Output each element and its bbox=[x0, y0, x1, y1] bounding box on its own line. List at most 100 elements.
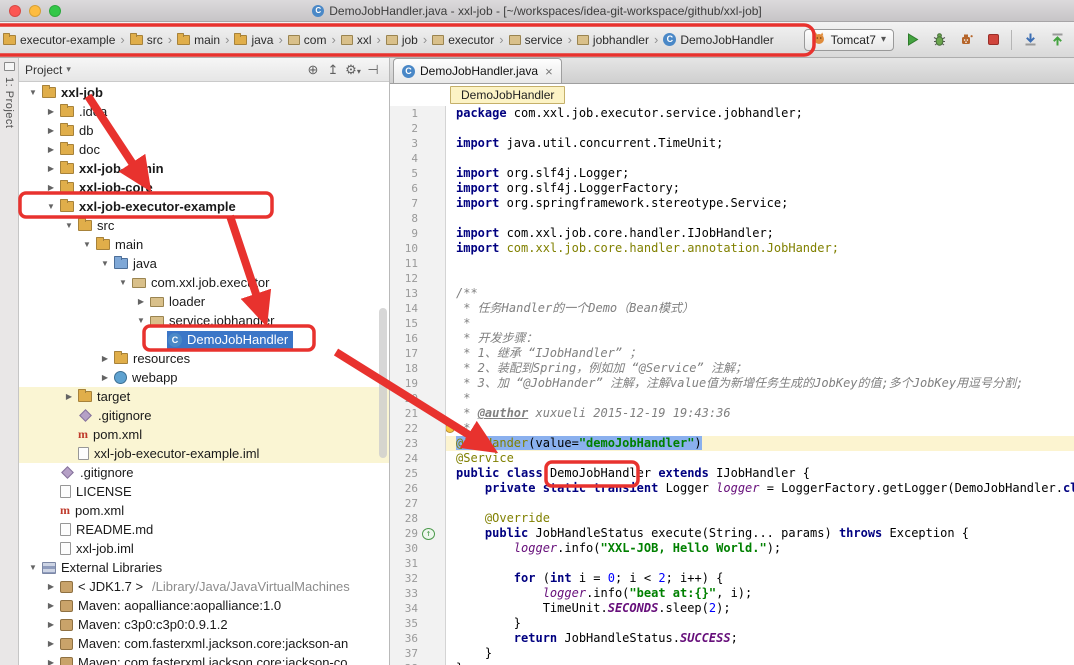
chevron-down-icon[interactable]: ▾ bbox=[66, 64, 71, 75]
code-line-28[interactable]: 28 @Override bbox=[390, 511, 1074, 526]
tree-item-xxl-job.iml[interactable]: xxl-job.iml bbox=[19, 539, 389, 558]
code-editor[interactable]: 1package com.xxl.job.executor.service.jo… bbox=[390, 106, 1074, 665]
expand-arrow-icon[interactable]: ▶ bbox=[43, 107, 59, 116]
line-number[interactable]: 20 bbox=[390, 391, 418, 406]
locate-icon[interactable]: ⊕ bbox=[303, 62, 323, 78]
tool-window-icon[interactable] bbox=[4, 62, 15, 71]
code-line-text[interactable]: TimeUnit.SECONDS.sleep(2); bbox=[446, 601, 1074, 616]
code-line-text[interactable]: public class DemoJobHandler extends IJob… bbox=[446, 466, 1074, 481]
code-line-35[interactable]: 35 } bbox=[390, 616, 1074, 631]
expand-arrow-icon[interactable]: ▶ bbox=[61, 392, 77, 401]
tree-item-xxl-job-executor-example.iml[interactable]: xxl-job-executor-example.iml bbox=[19, 444, 389, 463]
code-line-37[interactable]: 37 } bbox=[390, 646, 1074, 661]
code-line-7[interactable]: 7import org.springframework.stereotype.S… bbox=[390, 196, 1074, 211]
code-line-34[interactable]: 34 TimeUnit.SECONDS.sleep(2); bbox=[390, 601, 1074, 616]
code-line-27[interactable]: 27 bbox=[390, 496, 1074, 511]
breadcrumb-item-DemoJobHandler[interactable]: CDemoJobHandler bbox=[662, 31, 774, 49]
gutter[interactable]: 8 bbox=[390, 211, 446, 226]
breadcrumb-item-java[interactable]: java bbox=[233, 31, 274, 49]
code-line-text[interactable]: logger.info("beat at:{}", i); bbox=[446, 586, 1074, 601]
line-number[interactable]: 27 bbox=[390, 496, 418, 511]
line-number[interactable]: 26 bbox=[390, 481, 418, 496]
code-line-text[interactable]: logger.info("XXL-JOB, Hello World."); bbox=[446, 541, 1074, 556]
code-line-text[interactable]: import org.slf4j.Logger; bbox=[446, 166, 1074, 181]
gutter[interactable]: 29↑ bbox=[390, 526, 446, 541]
line-number[interactable]: 12 bbox=[390, 271, 418, 286]
code-line-23[interactable]: 23@JobHander(value="demoJobHandler") bbox=[390, 436, 1074, 451]
collapse-arrow-icon[interactable]: ▼ bbox=[43, 202, 59, 211]
tree-item-resources[interactable]: ▶resources bbox=[19, 349, 389, 368]
line-number[interactable]: 38 bbox=[390, 661, 418, 665]
code-line-29[interactable]: 29↑ public JobHandleStatus execute(Strin… bbox=[390, 526, 1074, 541]
tree-item-doc[interactable]: ▶doc bbox=[19, 140, 389, 159]
line-number[interactable]: 34 bbox=[390, 601, 418, 616]
expand-arrow-icon[interactable]: ▶ bbox=[43, 620, 59, 629]
tree-item-pom.xml[interactable]: mpom.xml bbox=[19, 425, 389, 444]
line-number[interactable]: 1 bbox=[390, 106, 418, 121]
line-number[interactable]: 5 bbox=[390, 166, 418, 181]
tree-item-External Libraries[interactable]: ▼External Libraries bbox=[19, 558, 389, 577]
code-line-text[interactable]: import com.xxl.job.core.handler.annotati… bbox=[446, 241, 1074, 256]
code-line-text[interactable]: } bbox=[446, 616, 1074, 631]
breadcrumb-item-executor-example[interactable]: executor-example bbox=[2, 31, 116, 49]
tree-item-java[interactable]: ▼java bbox=[19, 254, 389, 273]
tree-item-pom.xml[interactable]: mpom.xml bbox=[19, 501, 389, 520]
tree-item-Maven: aopalliance:aopalliance:1.0[interactable]: ▶Maven: aopalliance:aopalliance:1.0 bbox=[19, 596, 389, 615]
line-number[interactable]: 18 bbox=[390, 361, 418, 376]
code-line-38[interactable]: 38} bbox=[390, 661, 1074, 665]
line-number[interactable]: 14 bbox=[390, 301, 418, 316]
expand-arrow-icon[interactable]: ▶ bbox=[43, 145, 59, 154]
code-line-text[interactable]: * 1、继承 “IJobHandler” ； bbox=[446, 346, 1074, 361]
breadcrumb-item-com[interactable]: com bbox=[287, 31, 328, 49]
breadcrumb-item-src[interactable]: src bbox=[129, 31, 164, 49]
gutter[interactable]: 14 bbox=[390, 301, 446, 316]
tree-item-LICENSE[interactable]: LICENSE bbox=[19, 482, 389, 501]
code-line-text[interactable]: * 任务Handler的一个Demo（Bean模式） bbox=[446, 301, 1074, 316]
tree-item-Maven: c3p0:c3p0:0.9.1.2[interactable]: ▶Maven: c3p0:c3p0:0.9.1.2 bbox=[19, 615, 389, 634]
code-line-text[interactable]: * 开发步骤： bbox=[446, 331, 1074, 346]
code-line-text[interactable]: return JobHandleStatus.SUCCESS; bbox=[446, 631, 1074, 646]
vcs-update-button[interactable] bbox=[1021, 31, 1039, 49]
line-number[interactable]: 30 bbox=[390, 541, 418, 556]
code-line-text[interactable] bbox=[446, 211, 1074, 226]
code-line-15[interactable]: 15 * bbox=[390, 316, 1074, 331]
gutter[interactable]: 5 bbox=[390, 166, 446, 181]
breadcrumb-item-jobhandler[interactable]: jobhandler bbox=[576, 31, 650, 49]
line-number[interactable]: 3 bbox=[390, 136, 418, 151]
code-line-text[interactable]: /** bbox=[446, 286, 1074, 301]
code-line-text[interactable]: private static transient Logger logger =… bbox=[446, 481, 1074, 496]
expand-arrow-icon[interactable]: ▶ bbox=[43, 183, 59, 192]
gutter[interactable]: 37 bbox=[390, 646, 446, 661]
close-window-button[interactable] bbox=[9, 5, 21, 17]
gutter[interactable]: 2 bbox=[390, 121, 446, 136]
code-line-36[interactable]: 36 return JobHandleStatus.SUCCESS; bbox=[390, 631, 1074, 646]
line-number[interactable]: 17 bbox=[390, 346, 418, 361]
line-number[interactable]: 32 bbox=[390, 571, 418, 586]
gutter[interactable]: 28 bbox=[390, 511, 446, 526]
code-line-text[interactable]: * @author xuxueli 2015-12-19 19:43:36 bbox=[446, 406, 1074, 421]
collapse-arrow-icon[interactable]: ▼ bbox=[97, 259, 113, 268]
tree-item-service.jobhandler[interactable]: ▼service.jobhandler bbox=[19, 311, 389, 330]
tree-item-Maven: com.fasterxml.jackson.core:jackson-an[interactable]: ▶Maven: com.fasterxml.jackson.core:jacks… bbox=[19, 634, 389, 653]
code-line-text[interactable]: import org.springframework.stereotype.Se… bbox=[446, 196, 1074, 211]
expand-arrow-icon[interactable]: ▶ bbox=[43, 658, 59, 665]
gutter[interactable]: 1 bbox=[390, 106, 446, 121]
tree-item-Maven: com.fasterxml.jackson.core:jackson-co[interactable]: ▶Maven: com.fasterxml.jackson.core:jacks… bbox=[19, 653, 389, 665]
code-line-text[interactable]: * bbox=[446, 391, 1074, 406]
code-line-16[interactable]: 16 * 开发步骤： bbox=[390, 331, 1074, 346]
code-line-12[interactable]: 12 bbox=[390, 271, 1074, 286]
intention-bulb-icon[interactable] bbox=[446, 423, 455, 433]
code-line-21[interactable]: 21 * @author xuxueli 2015-12-19 19:43:36 bbox=[390, 406, 1074, 421]
code-line-33[interactable]: 33 logger.info("beat at:{}", i); bbox=[390, 586, 1074, 601]
project-tool-window-button[interactable]: 1: Project bbox=[3, 77, 15, 128]
gutter[interactable]: 35 bbox=[390, 616, 446, 631]
gutter[interactable]: 19 bbox=[390, 376, 446, 391]
line-number[interactable]: 36 bbox=[390, 631, 418, 646]
code-line-30[interactable]: 30 logger.info("XXL-JOB, Hello World."); bbox=[390, 541, 1074, 556]
gutter[interactable]: 31 bbox=[390, 556, 446, 571]
breadcrumb-item-job[interactable]: job bbox=[385, 31, 419, 49]
code-line-32[interactable]: 32 for (int i = 0; i < 2; i++) { bbox=[390, 571, 1074, 586]
collapse-arrow-icon[interactable]: ▼ bbox=[25, 88, 41, 97]
gutter[interactable]: 15 bbox=[390, 316, 446, 331]
line-number[interactable]: 23 bbox=[390, 436, 418, 451]
